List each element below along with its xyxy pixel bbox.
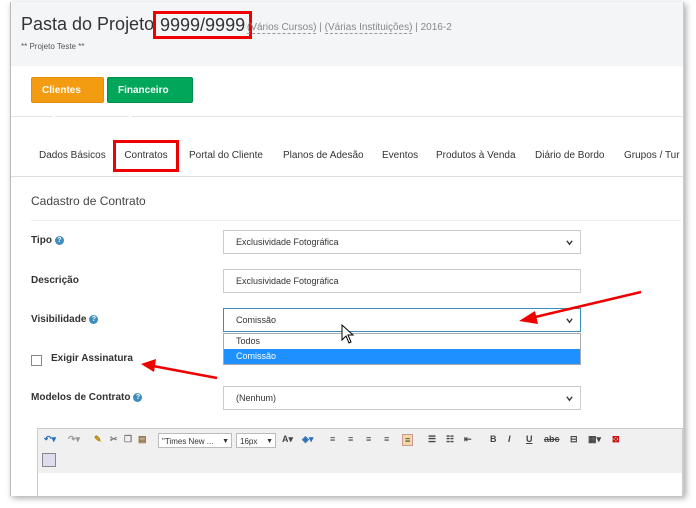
red-arrow-icon bbox=[519, 290, 642, 324]
app-window: Pasta do Projeto 9999/9999 (Vários Curso… bbox=[10, 2, 684, 496]
annotation-arrows bbox=[141, 290, 642, 380]
red-arrow-icon bbox=[141, 359, 218, 380]
